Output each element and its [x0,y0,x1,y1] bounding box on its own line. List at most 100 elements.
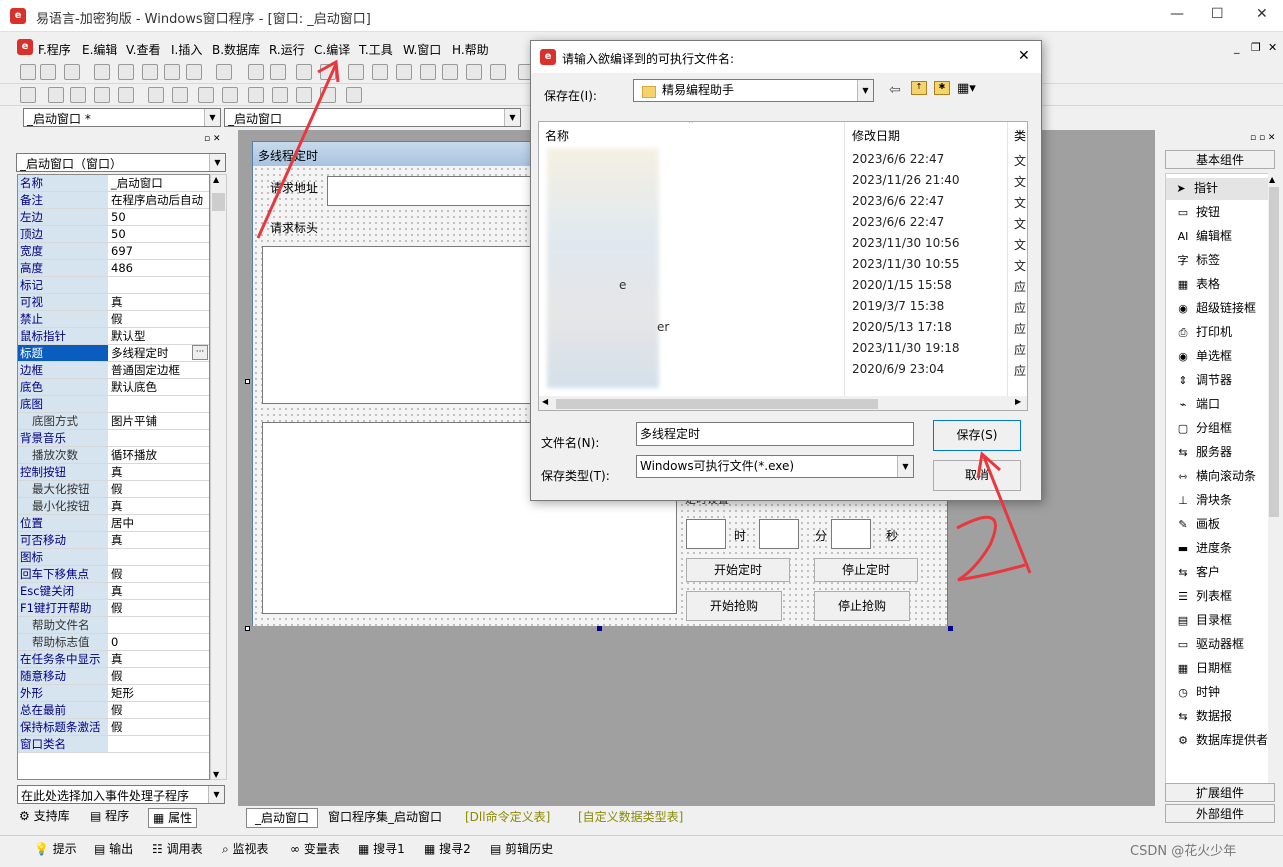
component-item[interactable]: ⇕ 调节器 [1174,370,1232,392]
components-panel: ▫ ▫ ✕ 基本组件 ➤ 指针 ▭ 按钮 AI 编辑框字标签 ▦ 表格 ◉ 超级链接框 ⎙ 打印机 ◉ 单… [1160,130,1283,830]
tab-start-window[interactable]: _启动窗口 [246,808,319,828]
server-icon: ⇆ [1178,445,1188,459]
table-icon: ▦ [1177,277,1189,291]
component-label: 分组框 [1196,421,1233,435]
component-label: 进度条 [1196,541,1233,555]
component-item[interactable]: ➤ 指针 [1166,178,1268,200]
editor-tabs: _启动窗口 窗口程序集_启动窗口 [Dll命令定义表] [自定义数据类型表] [238,806,1155,828]
component-label: 滑块条 [1196,493,1233,507]
external-components-tab[interactable]: 外部组件 [1165,804,1275,823]
component-label: 客户 [1196,565,1221,579]
listbox-icon: ☰ [1178,589,1188,603]
pointer-icon: ➤ [1176,181,1186,195]
annotation-number: 2 [0,0,1,1]
component-list: ➤ 指针 ▭ 按钮 AI 编辑框字标签 ▦ 表格 ◉ 超级链接框 ⎙ 打印机 ◉ 单选框 ⇕ 调节器 ⌁ 端口 ▢ 分… [1165,173,1269,793]
component-label: 列表框 [1196,589,1233,603]
component-item[interactable]: ◉ 单选框 [1174,346,1232,368]
component-label: 超级链接框 [1196,301,1257,315]
button-icon: ▭ [1177,205,1189,219]
component-item[interactable]: AI 编辑框 [1174,226,1232,248]
component-label: 驱动器框 [1196,637,1245,651]
component-item[interactable]: ⚙ 数据库提供者 [1174,730,1268,752]
hint-tab[interactable]: 💡 提示 [34,840,77,857]
component-label: 服务器 [1196,445,1233,459]
component-item[interactable]: 字标签 [1174,250,1221,272]
bottom-toolbar: 💡 提示 ▤ 输出 ☷ 调用表 ⌕ 监视表 ∞ 变量表 ▦ 搜寻1 ▦ 搜寻2 … [0,835,1283,867]
search2-tab[interactable]: ▦ 搜寻2 [424,840,471,857]
annotation-overlay [256,59,1032,582]
component-scrollbar[interactable]: ▲ ▼ [1268,173,1280,793]
slider-icon: ⊥ [1178,493,1188,507]
component-label: 按钮 [1196,205,1221,219]
watermark: CSDN @花火少年 [1130,844,1237,859]
component-label: 打印机 [1196,325,1233,339]
output-tab[interactable]: ▤ 输出 [94,840,133,857]
search1-tab[interactable]: ▦ 搜寻1 [358,840,405,857]
component-item[interactable]: ▦ 表格 [1174,274,1220,296]
clip-history-tab[interactable]: ▤ 剪辑历史 [490,840,553,857]
component-label: 画板 [1196,517,1221,531]
component-label: 端口 [1196,397,1221,411]
dbprovider-icon: ⚙ [1178,733,1188,747]
component-item[interactable]: ⌁ 端口 [1174,394,1220,416]
component-item[interactable]: ◷ 时钟 [1174,682,1220,704]
call-table-tab[interactable]: ☷ 调用表 [152,840,203,857]
watch-table-tab[interactable]: ⌕ 监视表 [222,840,269,857]
annotation-arrow-2 [982,456,1032,574]
component-label: 表格 [1196,277,1221,291]
component-label: 数据库提供者 [1196,733,1269,747]
hyperlink-icon: ◉ [1178,301,1188,315]
component-item[interactable]: ▭ 按钮 [1174,202,1220,224]
component-item[interactable]: ⊥ 滑块条 [1174,490,1232,512]
variable-table-tab[interactable]: ∞ 变量表 [290,840,340,857]
scroll-thumb[interactable] [1269,187,1279,517]
datebox-icon: ▦ [1177,661,1189,675]
component-item[interactable]: ▤ 目录框 [1174,610,1232,632]
port-icon: ⌁ [1179,397,1187,411]
basic-components-header[interactable]: 基本组件 [1165,150,1275,169]
component-item[interactable]: ⇆ 服务器 [1174,442,1232,464]
component-label: 横向滚动条 [1196,469,1257,483]
component-label: 时钟 [1196,685,1221,699]
component-label: 目录框 [1196,613,1233,627]
drivebox-icon: ▭ [1177,637,1189,651]
datagram-icon: ⇆ [1178,709,1188,723]
component-label: 编辑框 [1196,229,1233,243]
extended-components-tab[interactable]: 扩展组件 [1165,783,1275,802]
tab-window-assembly[interactable]: 窗口程序集_启动窗口 [328,808,442,826]
printer-icon: ⎙ [1178,325,1188,339]
hscroll-icon: ⇿ [1178,469,1188,483]
component-label: 单选框 [1196,349,1233,363]
label-icon: 字 [1177,253,1189,267]
component-label: 数据报 [1196,709,1233,723]
chevron-up-icon[interactable]: ▲ [1269,175,1275,184]
component-item[interactable]: ✎ 画板 [1174,514,1220,536]
panel-controls: ▫ ▫ ✕ [1250,133,1276,143]
component-item[interactable]: ⇆ 数据报 [1174,706,1232,728]
tab-dll-table[interactable]: [Dll命令定义表] [465,808,550,826]
component-label: 标签 [1196,253,1221,267]
canvas-icon: ✎ [1178,517,1188,531]
component-item[interactable]: ☰ 列表框 [1174,586,1232,608]
tab-datatype-table[interactable]: [自定义数据类型表] [578,808,683,826]
component-item[interactable]: ⇿ 横向滚动条 [1174,466,1256,488]
progress-icon: ▬ [1177,541,1189,555]
component-label: 指针 [1194,181,1219,195]
component-item[interactable]: ▭ 驱动器框 [1174,634,1244,656]
spinner-icon: ⇕ [1178,373,1188,387]
client-icon: ⇆ [1178,565,1188,579]
radio-icon: ◉ [1178,349,1188,363]
annotation-arrow-1 [256,63,338,239]
component-item[interactable]: ▦ 日期框 [1174,658,1232,680]
component-label: 调节器 [1196,373,1233,387]
component-item[interactable]: ⎙ 打印机 [1174,322,1232,344]
component-label: 日期框 [1196,661,1233,675]
groupbox-icon: ▢ [1177,421,1189,435]
component-item[interactable]: ▬ 进度条 [1174,538,1232,560]
editbox-icon: AI [1177,229,1189,243]
dirbox-icon: ▤ [1177,613,1189,627]
component-item[interactable]: ▢ 分组框 [1174,418,1232,440]
component-item[interactable]: ⇆ 客户 [1174,562,1220,584]
clock-icon: ◷ [1178,685,1188,699]
component-item[interactable]: ◉ 超级链接框 [1174,298,1256,320]
